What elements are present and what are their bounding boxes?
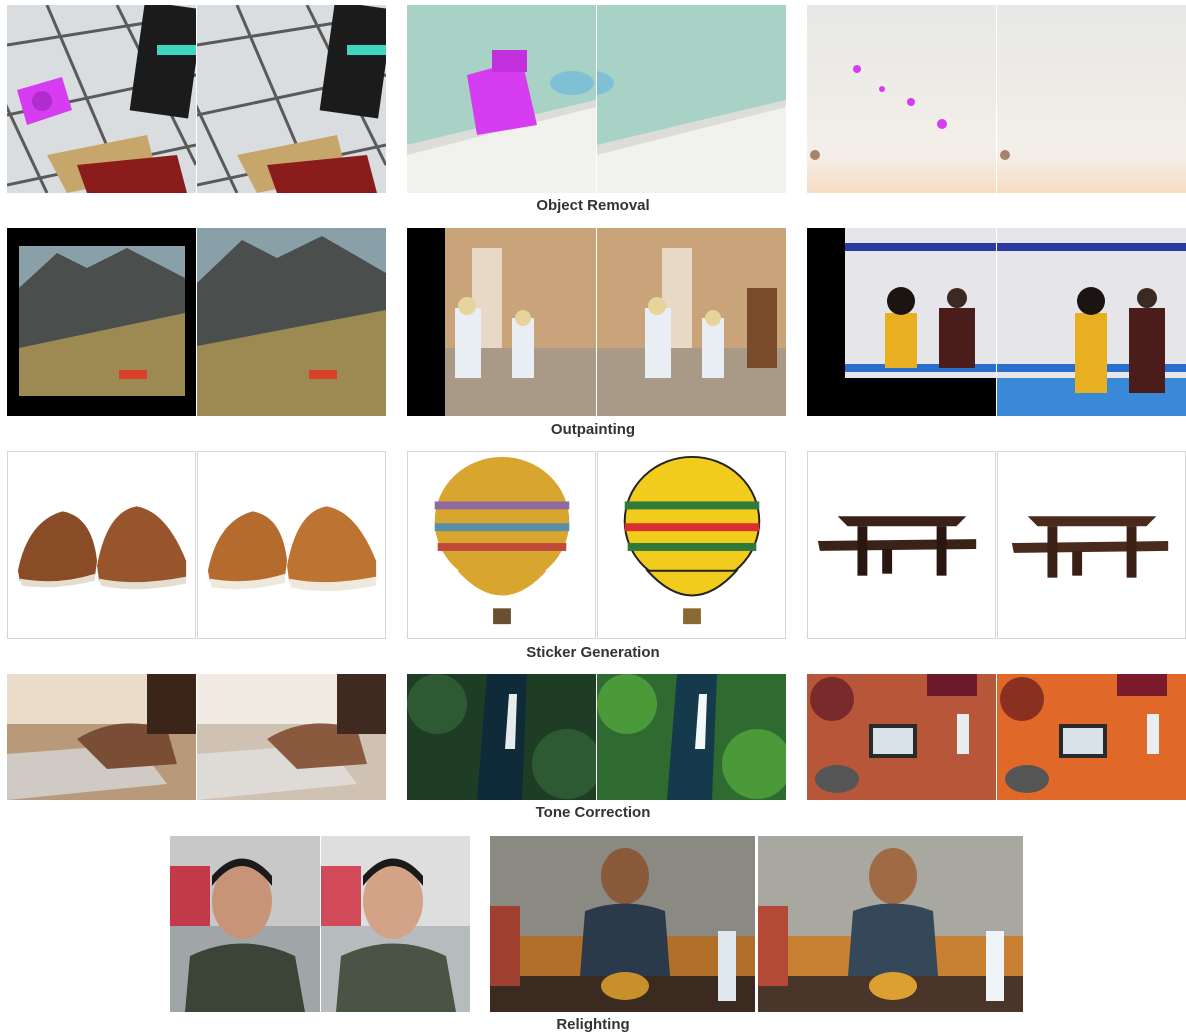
diner-input-image (490, 836, 755, 1012)
train-scene-input-image (807, 228, 996, 416)
sky-scene-input-image (807, 5, 996, 193)
laptop-typing-output-image (197, 674, 386, 800)
waterfall-output-image (597, 674, 786, 800)
waterfall-input-image (407, 674, 596, 800)
sticker-generation-caption: Sticker Generation (526, 644, 660, 661)
shelf-scene-input-image (407, 5, 596, 193)
tone-correction-caption: Tone Correction (535, 804, 651, 821)
object-removal-caption: Object Removal (536, 197, 650, 214)
shoes-input-image (7, 451, 196, 639)
balloon-input-image (407, 451, 596, 639)
laptop-typing-input-image (7, 674, 196, 800)
mountain-scene-output-image (197, 228, 386, 416)
picnic-table-output-image (997, 451, 1186, 639)
balloon-output-image (597, 451, 786, 639)
portrait-output-image (321, 836, 470, 1012)
alley-scene-input-image (407, 228, 596, 416)
flatlay-input-image (807, 674, 996, 800)
flatlay-output-image (997, 674, 1186, 800)
mountain-scene-input-image (7, 228, 196, 416)
sky-scene-output-image (997, 5, 1186, 193)
outpainting-caption: Outpainting (550, 421, 636, 438)
diner-output-image (758, 836, 1023, 1012)
alley-scene-output-image (597, 228, 786, 416)
portrait-input-image (170, 836, 320, 1012)
tiles-scene-output-image (197, 5, 386, 193)
shelf-scene-output-image (597, 5, 786, 193)
relighting-caption: Relighting (556, 1016, 630, 1033)
tiles-scene-input-image (7, 5, 196, 193)
shoes-output-image (197, 451, 386, 639)
picnic-table-input-image (807, 451, 996, 639)
train-scene-output-image (997, 228, 1186, 416)
